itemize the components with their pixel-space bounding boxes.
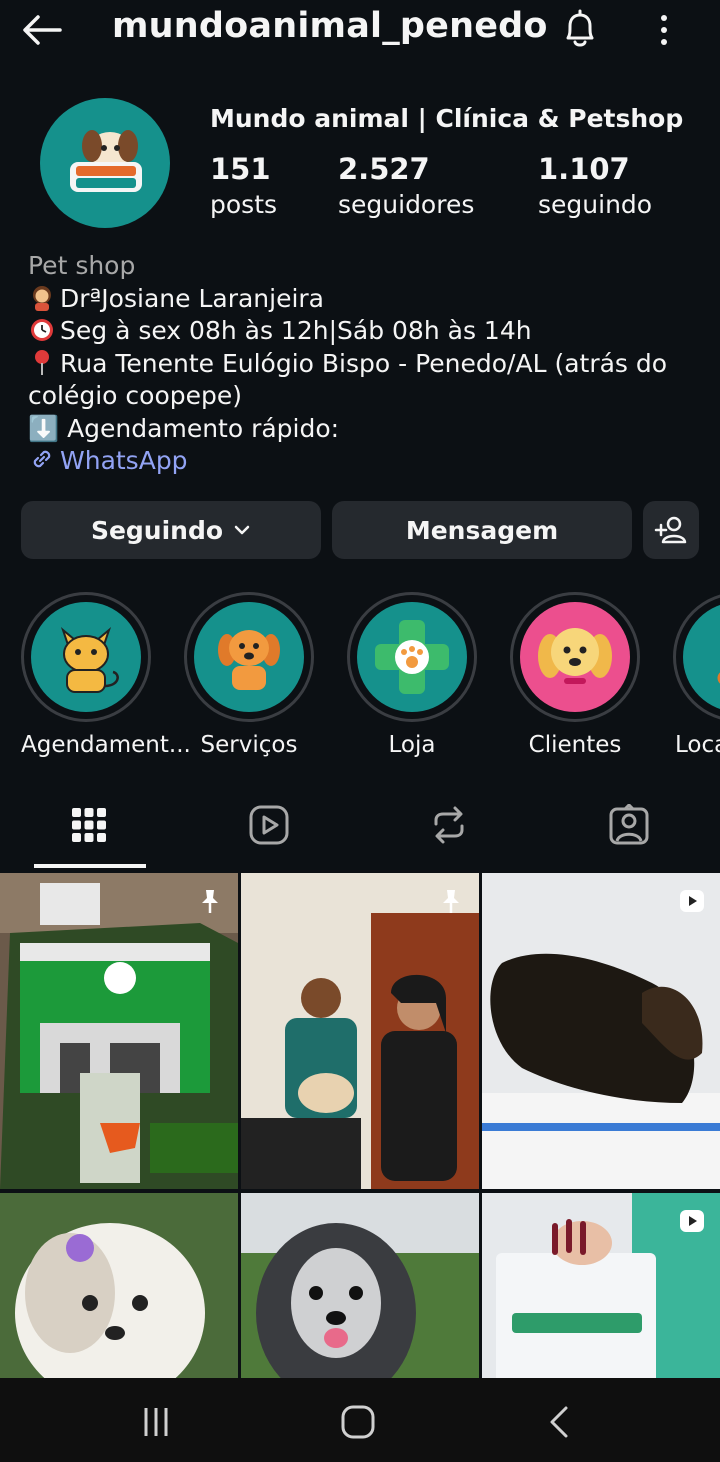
posts-grid [0, 873, 720, 1378]
location-icon [717, 672, 720, 684]
followers-stat[interactable]: 2.527 seguidores [338, 152, 474, 219]
profile-tabs [0, 790, 720, 870]
highlight-servicos[interactable]: Serviços [184, 592, 314, 758]
bio-line-address: Rua Tenente Eulógio Bispo - Penedo/AL (a… [28, 348, 708, 381]
post-thumbnail[interactable] [0, 873, 238, 1189]
highlight-loja[interactable]: Loja [347, 592, 477, 758]
highlight-local[interactable]: Loca [673, 592, 720, 758]
post-thumbnail[interactable] [482, 1193, 720, 1378]
posts-count: 151 [210, 152, 271, 186]
system-navigation-bar [0, 1378, 720, 1462]
home-icon[interactable] [336, 1402, 380, 1442]
paw-cross-icon [375, 620, 449, 694]
top-app-bar: mundoanimal_penedo [0, 0, 720, 60]
highlight-label: Serviços [200, 732, 298, 758]
cat-icon [60, 626, 119, 693]
reels-icon[interactable] [248, 804, 290, 846]
woman-icon [33, 285, 51, 311]
bio-line-scheduling: ⬇️ Agendamento rápido: [28, 413, 340, 443]
highlight-label: Loca [675, 732, 720, 758]
followers-label: seguidores [338, 190, 475, 219]
profile-username: mundoanimal_penedo [112, 6, 548, 46]
following-count: 1.107 [538, 152, 630, 186]
post-thumbnail[interactable] [241, 873, 479, 1189]
pin-icon [202, 890, 218, 913]
puppy-icon [538, 628, 612, 684]
bio-line-hours: Seg à sex 08h às 12h|Sáb 08h às 14h [28, 315, 708, 348]
add-person-icon [654, 516, 687, 544]
reel-play-icon [680, 890, 704, 912]
posts-stat[interactable]: 151 posts [210, 152, 277, 219]
highlight-label: Agendament... [21, 732, 191, 758]
alarm-clock-icon [31, 319, 53, 341]
profile-bio: Pet shop DrªJosiane Laranjeira Seg à sex… [28, 250, 708, 478]
bio-line-address-cont: colégio coopepe) [28, 381, 243, 410]
reel-play-icon [680, 1210, 704, 1232]
post-thumbnail[interactable] [0, 1193, 238, 1378]
grid-icon[interactable] [68, 804, 110, 846]
highlight-label: Clientes [528, 732, 622, 758]
active-tab-indicator [34, 864, 146, 868]
back-arrow-icon[interactable] [20, 10, 64, 50]
pin-icon [35, 349, 49, 375]
notification-bell-icon[interactable] [560, 8, 600, 52]
dog-icon [218, 630, 280, 690]
recent-apps-icon[interactable] [134, 1402, 178, 1442]
tagged-icon[interactable] [608, 804, 650, 846]
whatsapp-link[interactable]: WhatsApp [28, 445, 708, 478]
add-friend-button[interactable] [643, 501, 699, 559]
message-button[interactable]: Mensagem [332, 501, 632, 559]
profile-avatar[interactable] [40, 98, 170, 228]
bio-line-doctor: DrªJosiane Laranjeira [28, 283, 708, 316]
reposts-icon[interactable] [428, 804, 470, 846]
following-stat[interactable]: 1.107 seguindo [538, 152, 652, 219]
highlight-agendamento[interactable]: Agendament... [21, 592, 191, 758]
following-label: seguindo [538, 190, 653, 219]
following-button[interactable]: Seguindo [21, 501, 321, 559]
pin-icon [443, 890, 459, 913]
highlight-label: Loja [388, 732, 436, 758]
followers-count: 2.527 [338, 152, 430, 186]
profile-category: Pet shop [28, 251, 136, 280]
highlight-clientes[interactable]: Clientes [510, 592, 640, 758]
more-options-icon[interactable] [650, 10, 678, 50]
post-thumbnail[interactable] [241, 1193, 479, 1378]
system-back-icon[interactable] [538, 1402, 582, 1442]
post-thumbnail[interactable] [482, 873, 720, 1189]
chevron-down-icon [234, 525, 250, 535]
posts-label: posts [210, 190, 278, 219]
link-icon [33, 450, 51, 468]
profile-display-name: Mundo animal | Clínica & Petshop [210, 104, 684, 133]
